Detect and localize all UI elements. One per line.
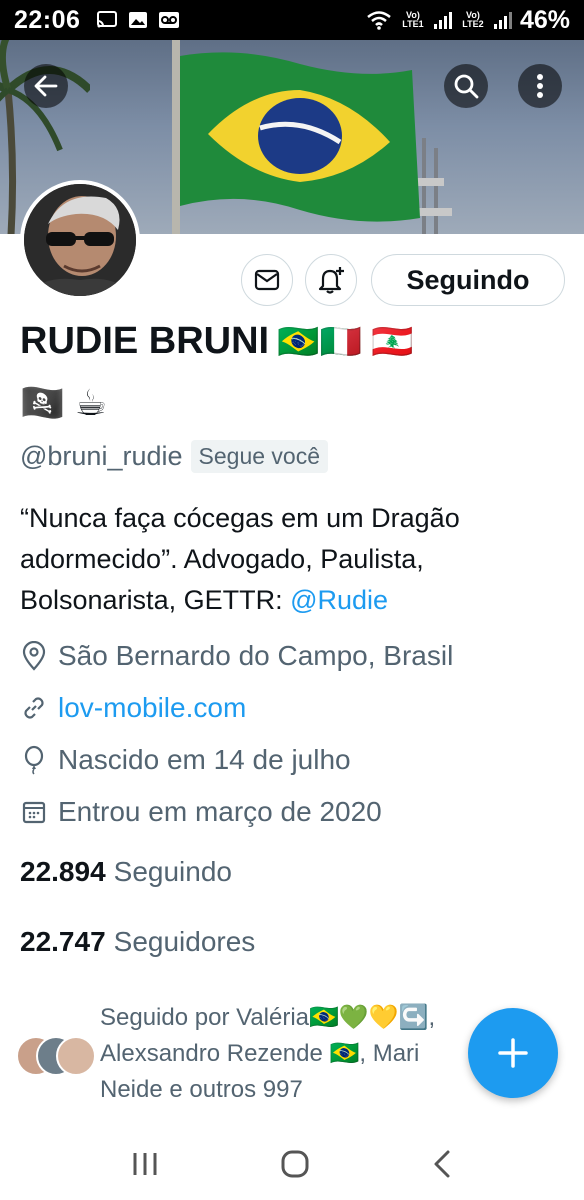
followed-by-row[interactable]: Seguido por Valéria🇧🇷💚💛↪️, Alexsandro Re…	[16, 1000, 486, 1108]
cast-icon	[97, 11, 118, 28]
notifications-button[interactable]	[305, 254, 357, 306]
follows-you-badge: Segue você	[190, 440, 328, 473]
signal-icon	[493, 11, 512, 29]
flag-mast	[172, 40, 180, 234]
following-button[interactable]: Seguindo	[371, 254, 565, 306]
followers-stat[interactable]: 22.747 Seguidores	[20, 926, 255, 958]
display-name: RUDIE BRUNI	[20, 320, 270, 362]
status-time: 22:06	[14, 5, 81, 34]
followers-label: Seguidores	[113, 926, 256, 957]
status-bar: 22:06 Vo) LTE1 Vo) LTE2 46%	[0, 0, 584, 40]
followed-by-text: Seguido por Valéria🇧🇷💚💛↪️, Alexsandro Re…	[100, 1004, 436, 1103]
calendar-icon	[22, 801, 46, 824]
link-icon	[24, 697, 44, 719]
message-button[interactable]	[241, 254, 293, 306]
bio-mention-link[interactable]: @Rudie	[290, 585, 388, 615]
voicemail-icon	[159, 12, 180, 28]
back-button[interactable]	[24, 64, 68, 108]
arrow-left-icon	[34, 75, 58, 97]
compose-button[interactable]	[468, 1008, 558, 1098]
envelope-icon	[254, 269, 280, 291]
location-row: São Bernardo do Campo, Brasil	[20, 640, 453, 672]
bio-text: “Nunca faça cócegas em um Dragão adormec…	[20, 503, 460, 615]
more-vertical-icon	[537, 74, 543, 98]
search-icon	[454, 74, 479, 99]
mutual-avatar	[56, 1036, 96, 1076]
name-emojis: 🇧🇷🇮🇹 🇱🇧	[277, 322, 414, 361]
more-options-button[interactable]	[518, 64, 562, 108]
followers-count: 22.747	[20, 926, 106, 957]
search-button[interactable]	[444, 64, 488, 108]
signal-icon	[433, 11, 452, 29]
profile-name: RUDIE BRUNI 🇧🇷🇮🇹 🇱🇧	[20, 320, 414, 363]
username-handle: @bruni_rudie	[20, 441, 183, 471]
birthday-text: Nascido em 14 de julho	[58, 744, 351, 775]
following-stat[interactable]: 22.894 Seguindo	[20, 856, 232, 888]
joined-text: Entrou em março de 2020	[58, 796, 382, 827]
system-navigation-bar	[0, 1128, 584, 1200]
battery-percent: 46%	[519, 5, 570, 34]
extra-emojis: 🏴‍☠️ ☕	[20, 382, 108, 423]
wifi-icon	[367, 11, 391, 30]
name-emoji-row: 🏴‍☠️ ☕	[20, 382, 107, 424]
plus-icon	[498, 1038, 528, 1068]
avatar[interactable]	[20, 180, 140, 300]
profile-photo	[24, 184, 136, 296]
sim1-label: Vo) LTE1	[402, 10, 424, 29]
website-link[interactable]: lov-mobile.com	[58, 692, 246, 724]
website-row[interactable]: lov-mobile.com	[20, 692, 246, 724]
bell-plus-icon	[318, 267, 344, 294]
image-icon	[129, 12, 148, 28]
following-label: Seguindo	[113, 856, 232, 887]
joined-row: Entrou em março de 2020	[20, 796, 382, 828]
location-pin-icon	[22, 641, 46, 671]
mutual-avatars	[16, 1032, 96, 1076]
profile-bio: “Nunca faça cócegas em um Dragão adormec…	[20, 498, 570, 621]
location-text: São Bernardo do Campo, Brasil	[58, 640, 454, 671]
back-nav-icon[interactable]	[430, 1148, 454, 1180]
recent-apps-icon[interactable]	[130, 1150, 160, 1178]
balloon-icon	[24, 745, 44, 775]
handle-row: @bruni_rudie Segue você	[20, 440, 328, 473]
following-count: 22.894	[20, 856, 106, 887]
sim2-label: Vo) LTE2	[462, 10, 484, 29]
home-icon[interactable]	[279, 1148, 311, 1180]
birthday-row: Nascido em 14 de julho	[20, 744, 351, 776]
brazil-flag-image	[180, 52, 420, 222]
